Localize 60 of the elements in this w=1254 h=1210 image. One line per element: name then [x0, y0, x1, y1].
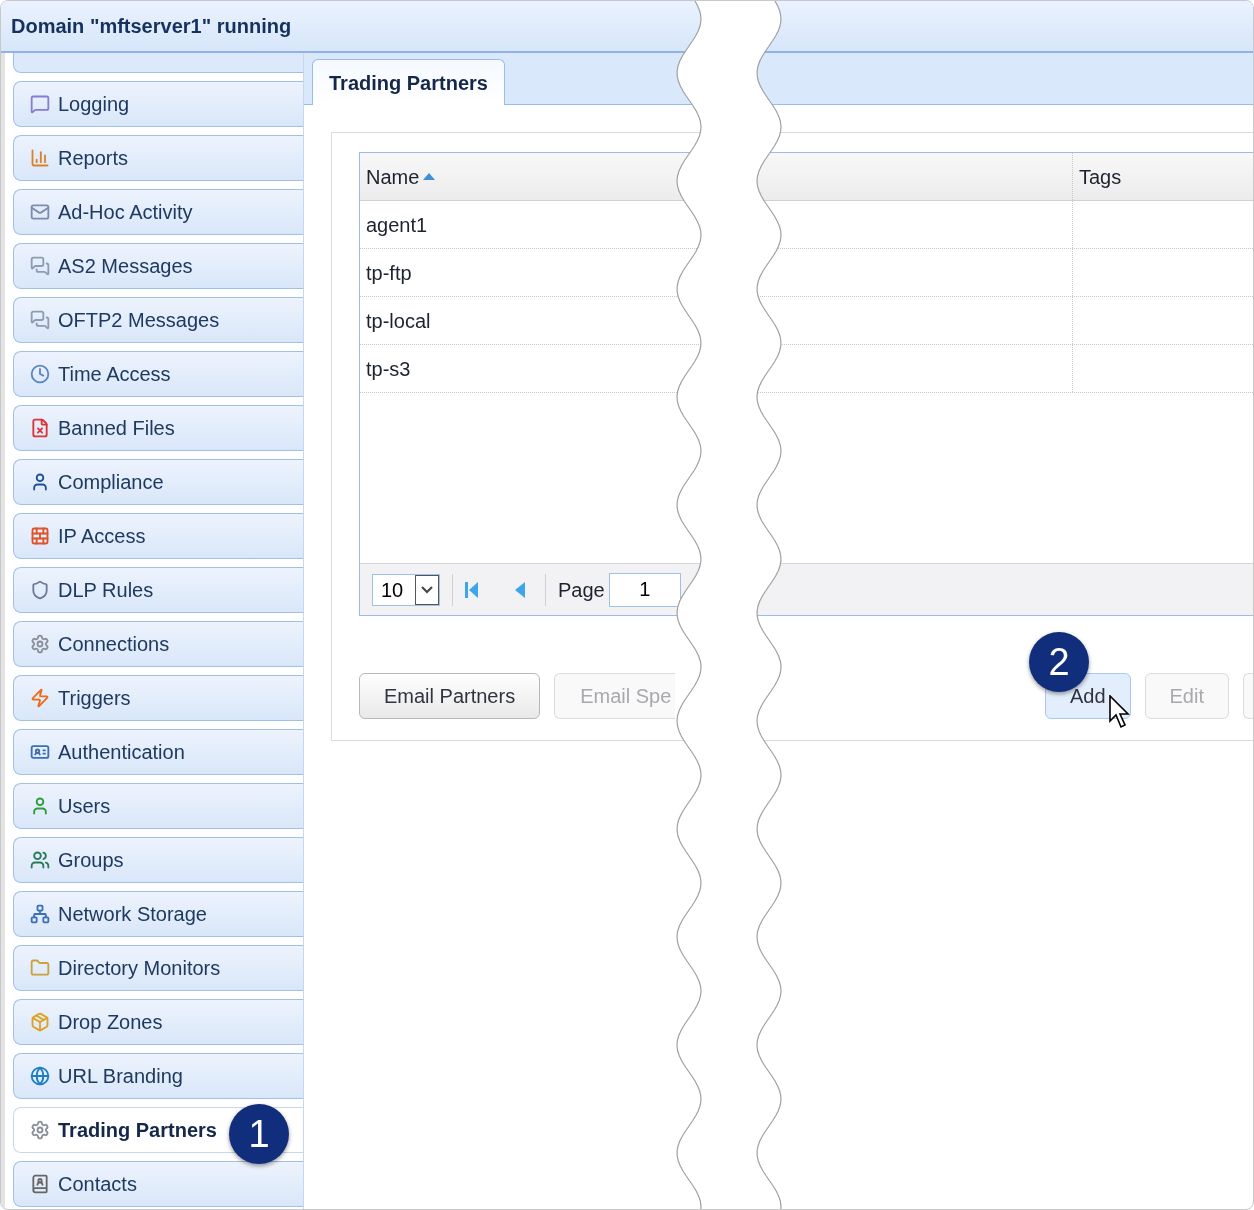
page-size-select[interactable]: 10 [372, 573, 440, 606]
tab[interactable]: Trading Partners [312, 59, 505, 105]
globe-icon [30, 1066, 50, 1086]
sidebar-item[interactable]: Authentication [13, 729, 303, 775]
page-label: Page [558, 577, 605, 603]
network-icon [30, 904, 50, 924]
sidebar-item[interactable]: Groups [13, 837, 303, 883]
page-field[interactable]: 1 [608, 572, 681, 607]
table-cell-text: tp-s3 [366, 356, 411, 382]
book-icon [30, 1174, 50, 1194]
column-header[interactable]: Tags [1072, 153, 1253, 200]
table-cell-text: tp-ftp [366, 260, 412, 286]
person-icon [30, 796, 50, 816]
clock-icon [30, 364, 50, 384]
sidebar-item[interactable]: OFTP2 Messages [13, 297, 303, 343]
shield-icon [30, 580, 50, 600]
sidebar-item[interactable]: IP Access [13, 513, 303, 559]
brick-wall-icon [30, 526, 50, 546]
person-icon [30, 472, 50, 492]
envelope-icon [30, 202, 50, 222]
sidebar-item[interactable]: Contacts [13, 1161, 303, 1207]
sidebar-item[interactable]: Ad-Hoc Activity [13, 189, 303, 235]
folder-icon [30, 958, 50, 978]
chevron-down-icon [415, 574, 439, 605]
file-icon [30, 418, 50, 438]
gear-icon [30, 1120, 50, 1140]
sidebar-item[interactable]: Network Storage [13, 891, 303, 937]
chat-bubbles-icon [30, 256, 50, 276]
bar-chart-icon [30, 148, 50, 168]
toolbar-button[interactable] [1243, 673, 1253, 719]
step-badge: 1 [229, 1104, 289, 1164]
package-icon [30, 1012, 50, 1032]
sidebar-item[interactable]: Time Access [13, 351, 303, 397]
lightning-icon [30, 688, 50, 708]
sidebar-item[interactable]: Compliance [13, 459, 303, 505]
sidebar-item[interactable]: Triggers [13, 675, 303, 721]
speech-bubble-icon [30, 94, 50, 114]
first-page-icon[interactable] [465, 581, 479, 598]
people-icon [30, 850, 50, 870]
sidebar-item[interactable]: Users [13, 783, 303, 829]
window-title: Domain "mftserver1" running [11, 14, 292, 39]
sidebar-item[interactable]: Directory Monitors [13, 945, 303, 991]
sidebar-item[interactable]: Connections [13, 621, 303, 667]
previous-page-icon[interactable] [515, 581, 525, 598]
sidebar-item[interactable]: Drop Zones [13, 999, 303, 1045]
sidebar-item[interactable]: AS2 Messages [13, 243, 303, 289]
sidebar-item[interactable]: Banned Files [13, 405, 303, 451]
sidebar-item[interactable] [13, 53, 303, 73]
sidebar-item[interactable]: DLP Rules [13, 567, 303, 613]
sidebar-item[interactable]: URL Branding [13, 1053, 303, 1099]
mouse-pointer-icon [1109, 695, 1131, 729]
sidebar-item[interactable]: Reports [13, 135, 303, 181]
action-button[interactable]: Email Partners [359, 673, 541, 719]
sidebar-item[interactable]: Logging [13, 81, 303, 127]
chat-bubbles-icon [30, 310, 50, 330]
gear-icon [30, 634, 50, 654]
column-header[interactable]: Name [360, 153, 1072, 200]
table-cell-text: tp-local [366, 308, 431, 334]
table-cell-text: agent1 [366, 212, 428, 238]
id-card-icon [30, 742, 50, 762]
